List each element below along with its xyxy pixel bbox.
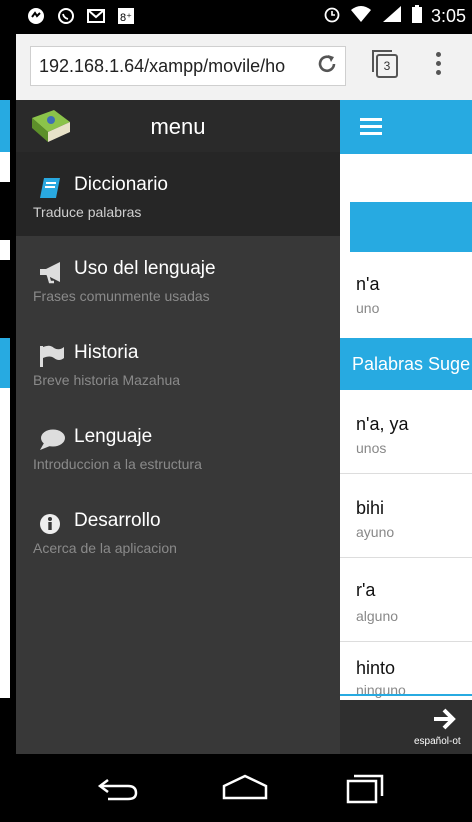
arrow-right-icon[interactable] xyxy=(432,706,458,737)
word-text: n'a, ya xyxy=(356,414,409,434)
drawer-item-desarrollo[interactable]: Desarrollo Acerca de la aplicacion xyxy=(16,488,340,572)
search-bar[interactable] xyxy=(350,202,472,252)
word-meaning: alguno xyxy=(356,608,399,624)
drawer-title: menu xyxy=(150,114,206,139)
signal-icon xyxy=(381,5,403,28)
back-icon[interactable] xyxy=(96,776,140,807)
megaphone-icon xyxy=(38,260,66,284)
list-item[interactable]: r'a alguno xyxy=(340,558,472,642)
word-meaning: unos xyxy=(356,440,387,456)
info-icon xyxy=(38,512,66,536)
recent-apps-icon[interactable] xyxy=(346,772,386,809)
alarm-icon xyxy=(323,5,341,28)
url-field[interactable]: 192.168.1.64/xampp/movile/ho xyxy=(30,46,346,86)
battery-icon xyxy=(411,5,422,28)
system-navigation-bar xyxy=(16,754,472,822)
tab-count: 3 xyxy=(383,59,391,73)
drawer-item-label: Historia xyxy=(74,342,139,363)
phone-screen: 8⁺ 3:05 192.168.1.64/xampp/movile/ho 3 m… xyxy=(16,0,472,822)
status-bar: 8⁺ 3:05 xyxy=(16,0,472,34)
whatsapp-icon xyxy=(56,6,76,26)
clock-time: 3:05 xyxy=(430,6,466,26)
suggestions-header: Palabras Suge xyxy=(340,338,472,390)
googleplus-icon: 8⁺ xyxy=(116,6,136,26)
list-item[interactable]: bihi ayuno xyxy=(340,474,472,558)
drawer-item-subtitle: Frases comunmente usadas xyxy=(33,288,210,304)
suggestions-header-text: Palabras Suge xyxy=(352,354,471,374)
drawer-item-diccionario[interactable]: Diccionario Traduce palabras xyxy=(16,152,340,236)
previous-screen-edge xyxy=(0,0,16,822)
overflow-menu-icon[interactable] xyxy=(436,52,442,79)
browser-toolbar: 192.168.1.64/xampp/movile/ho 3 xyxy=(16,34,472,101)
reload-icon[interactable] xyxy=(315,52,339,83)
drawer-item-subtitle: Breve historia Mazahua xyxy=(33,372,181,388)
list-item[interactable]: hinto ninguno xyxy=(340,642,472,698)
footer-bar: español-ot xyxy=(340,700,472,754)
word-meaning: uno xyxy=(356,300,380,316)
drawer-item-lenguaje[interactable]: Lenguaje Introduccion a la estructura xyxy=(16,404,340,488)
drawer-item-label: Uso del lenguaje xyxy=(74,258,216,279)
word-meaning: ayuno xyxy=(356,524,395,540)
drawer-item-historia[interactable]: Historia Breve historia Mazahua xyxy=(16,320,340,404)
list-item[interactable]: n'a uno xyxy=(340,254,472,338)
main-content: n'a uno Palabras Suge n'a, ya unos bihi … xyxy=(340,100,472,754)
word-text: n'a xyxy=(356,274,380,294)
home-icon[interactable] xyxy=(222,774,268,805)
drawer-item-label: Lenguaje xyxy=(74,426,153,447)
gmail-icon xyxy=(86,6,106,26)
tab-switcher-button[interactable]: 3 xyxy=(372,50,398,78)
drawer-item-subtitle: Introduccion a la estructura xyxy=(33,456,202,472)
url-text[interactable]: 192.168.1.64/xampp/movile/ho xyxy=(39,56,311,77)
hamburger-menu-icon[interactable] xyxy=(360,118,382,139)
navigation-drawer: menu Diccionario Traduce palabras Uso de… xyxy=(16,100,340,754)
svg-text:8⁺: 8⁺ xyxy=(120,12,132,24)
drawer-item-subtitle: Acerca de la aplicacion xyxy=(33,540,177,556)
drawer-item-label: Desarrollo xyxy=(74,510,161,531)
drawer-header: menu xyxy=(16,100,340,152)
book-icon xyxy=(38,176,66,200)
scroll-edge-indicator xyxy=(340,694,472,696)
word-text: hinto xyxy=(356,658,396,678)
flag-icon xyxy=(38,344,66,368)
hangouts-icon xyxy=(26,6,46,26)
word-text: r'a xyxy=(356,580,376,600)
list-item[interactable]: n'a, ya unos xyxy=(340,390,472,474)
wifi-icon xyxy=(350,5,372,28)
drawer-item-label: Diccionario xyxy=(74,174,168,195)
language-direction-label[interactable]: español-ot xyxy=(414,736,461,747)
drawer-item-uso-del-lenguaje[interactable]: Uso del lenguaje Frases comunmente usada… xyxy=(16,236,340,320)
app-top-bar xyxy=(340,100,472,154)
drawer-item-subtitle: Traduce palabras xyxy=(33,204,142,220)
word-text: bihi xyxy=(356,498,385,518)
speech-bubble-icon xyxy=(38,428,66,452)
